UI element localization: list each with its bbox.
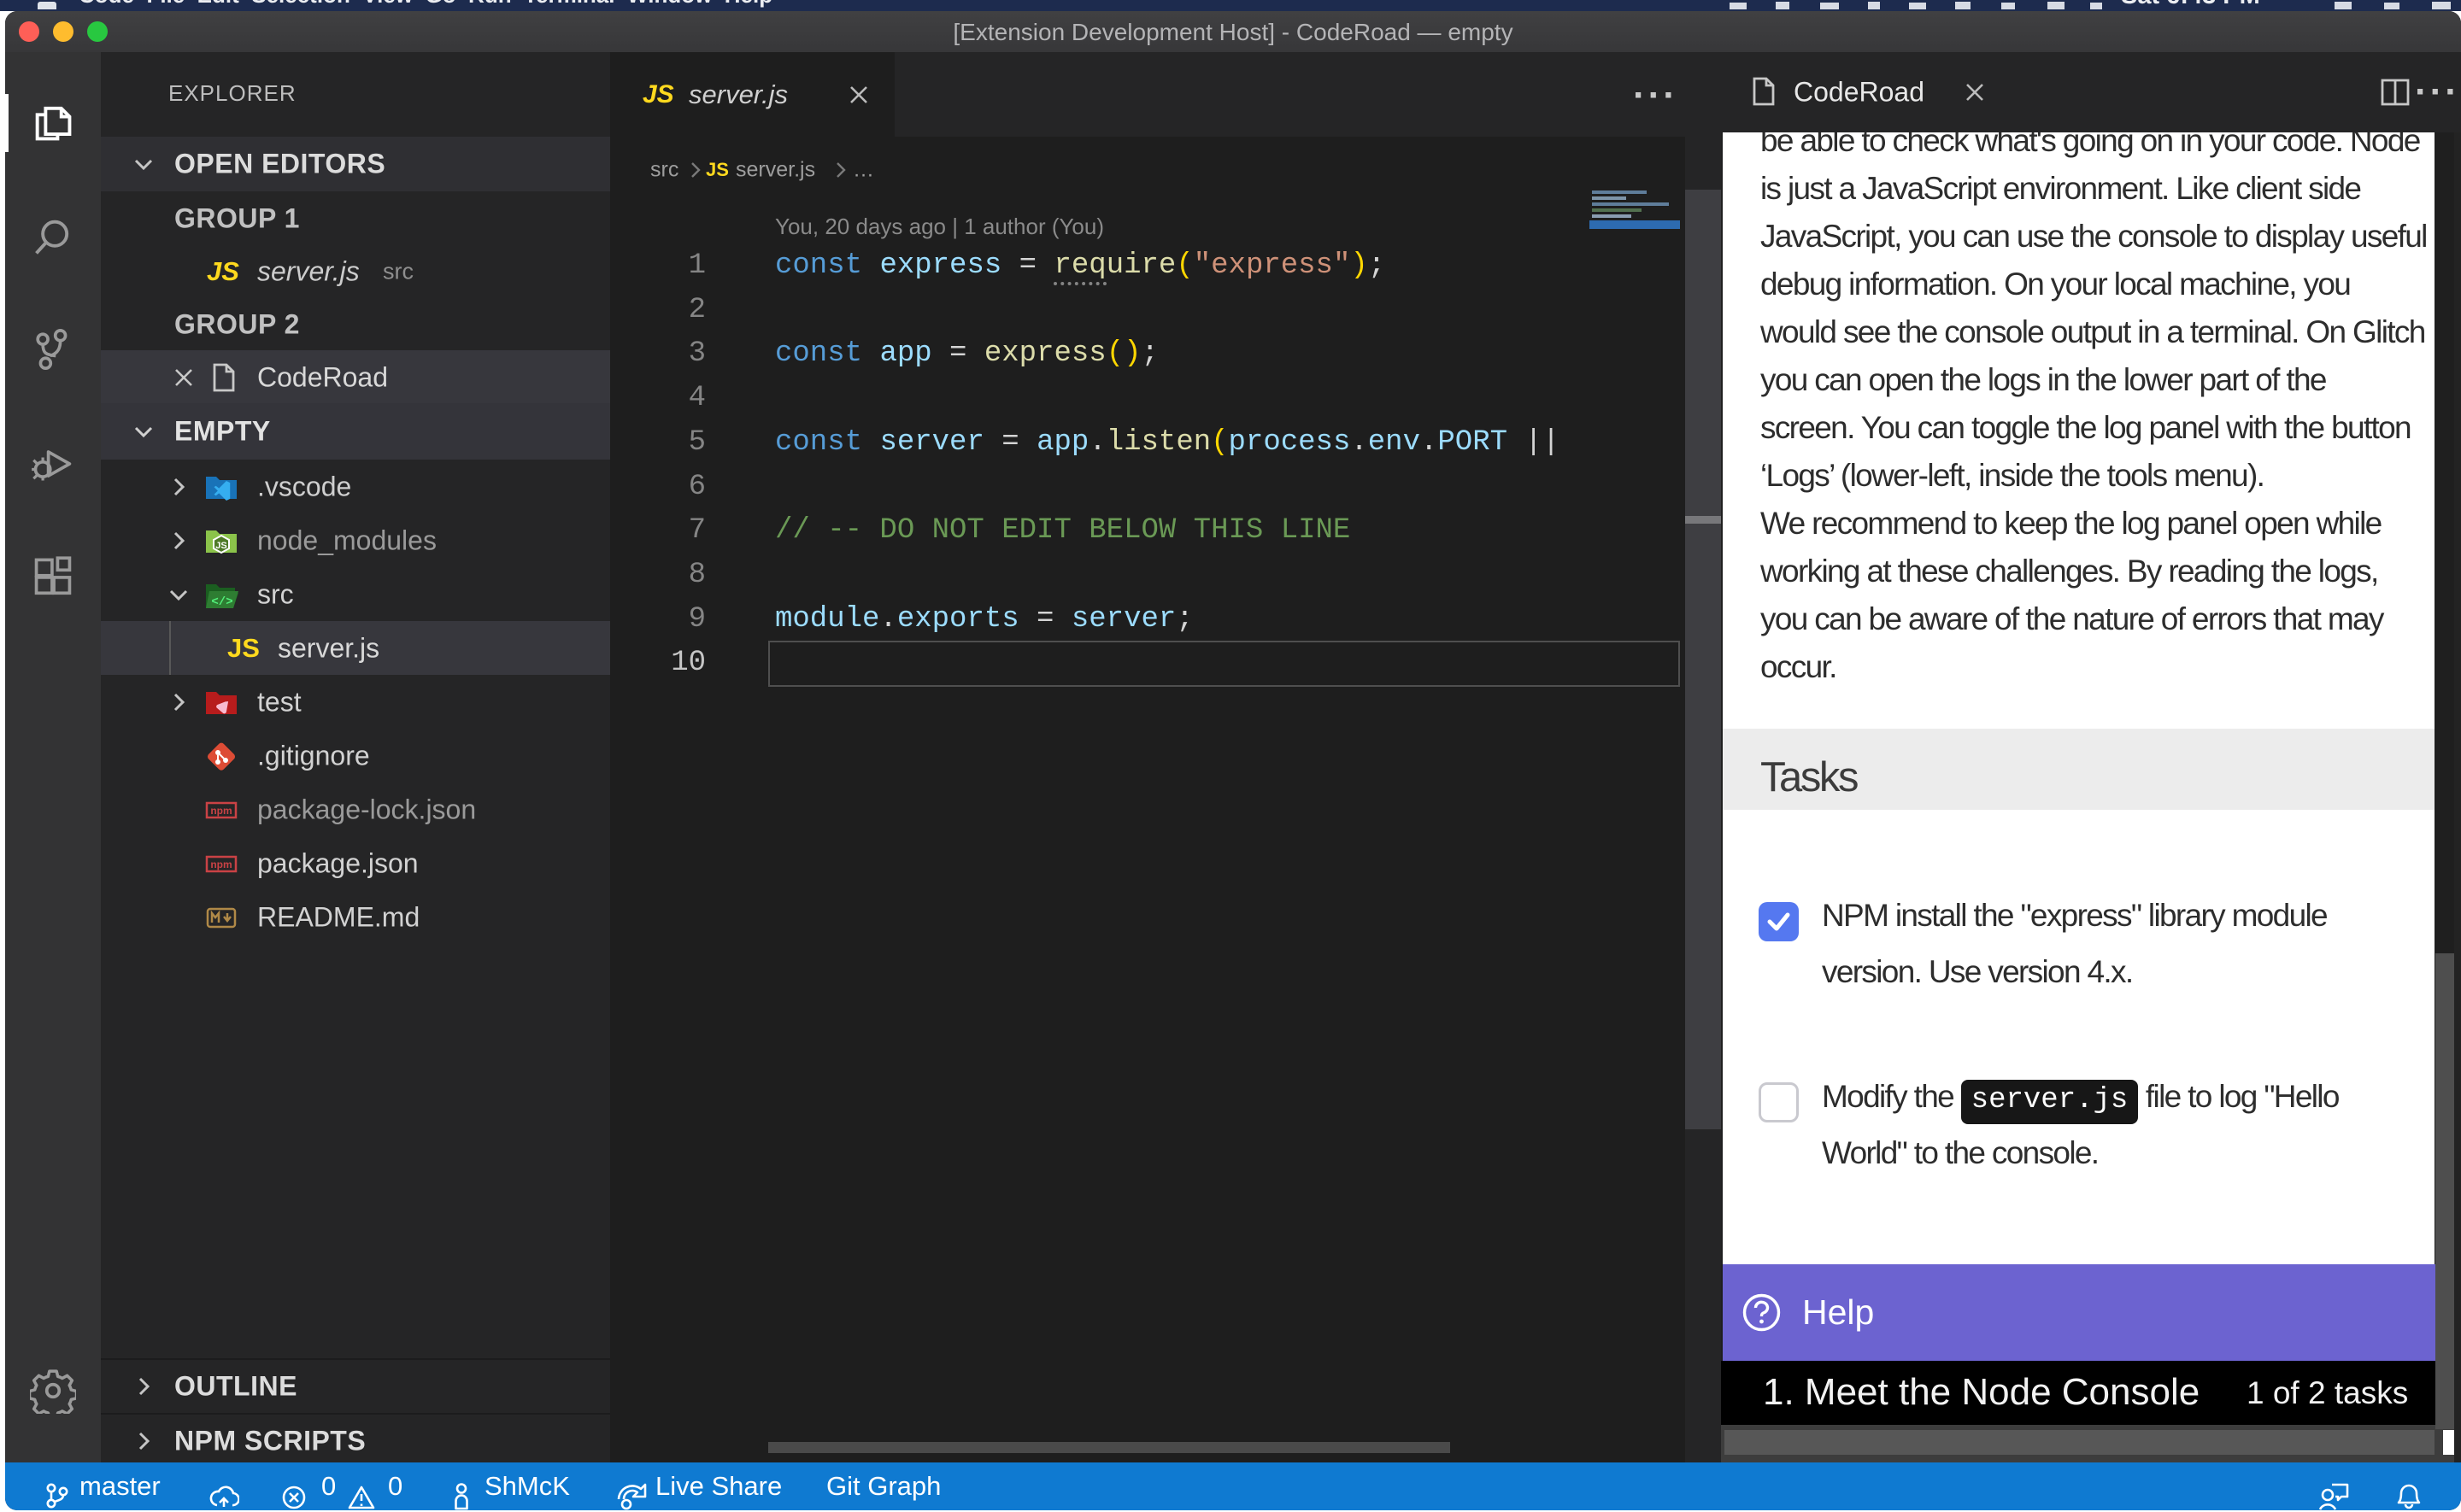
- svg-text:JS: JS: [215, 541, 226, 551]
- svg-text:npm: npm: [210, 805, 232, 817]
- svg-text:</>: </>: [211, 595, 232, 609]
- svg-text:npm: npm: [210, 859, 232, 870]
